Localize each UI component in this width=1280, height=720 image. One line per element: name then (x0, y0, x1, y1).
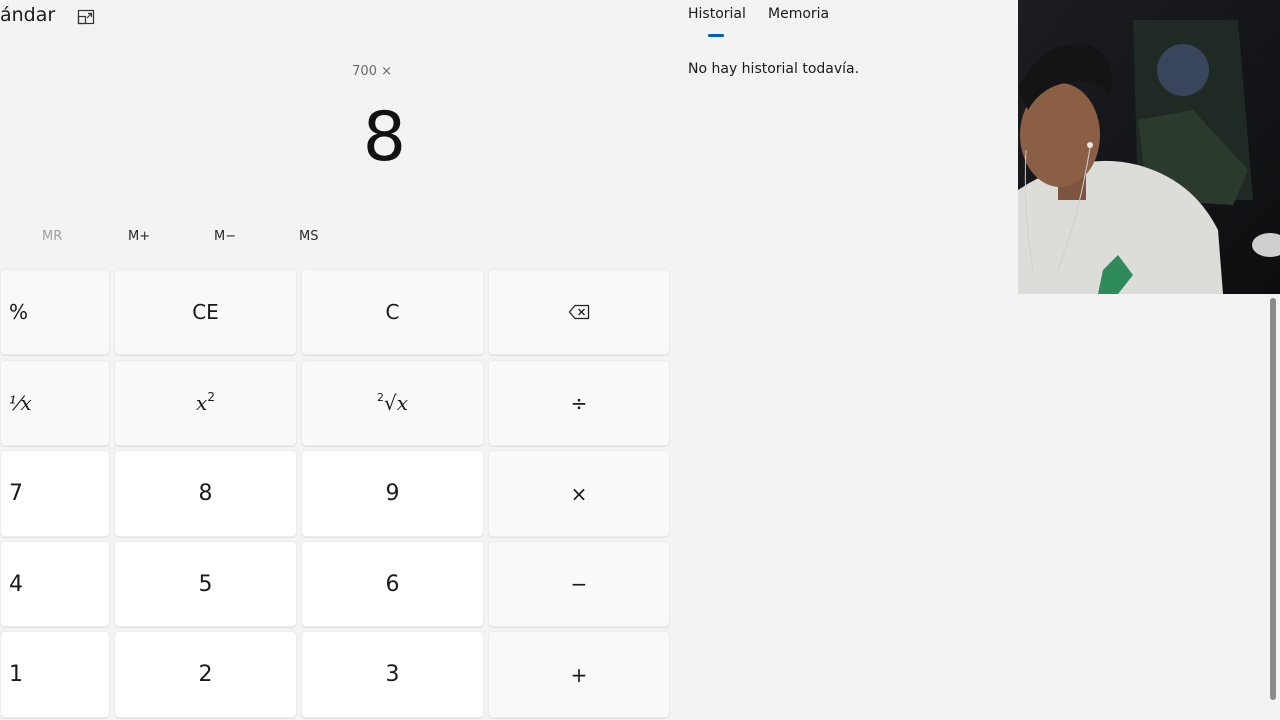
keep-on-top-icon[interactable] (77, 9, 95, 25)
minus-button[interactable]: − (488, 541, 670, 627)
webcam-overlay (1018, 0, 1280, 294)
backspace-icon (568, 304, 590, 320)
square-button[interactable]: x2 (114, 360, 297, 446)
square-root-button[interactable]: 2 √ x (301, 360, 484, 446)
digit-3-button[interactable]: 3 (301, 631, 484, 718)
memory-store-button[interactable]: MS (299, 229, 318, 244)
square-base: x (196, 391, 208, 415)
history-empty-message: No hay historial todavía. (688, 61, 860, 77)
digit-5-button[interactable]: 5 (114, 541, 297, 627)
root-operand: x (396, 391, 409, 415)
digit-6-button[interactable]: 6 (301, 541, 484, 627)
digit-7-button[interactable]: 7 (0, 450, 110, 537)
clear-button[interactable]: C (301, 269, 484, 355)
clear-entry-button[interactable]: CE (114, 269, 297, 355)
digit-8-button[interactable]: 8 (114, 450, 297, 537)
root-symbol: √ (383, 391, 397, 415)
webcam-person-image (1018, 0, 1280, 294)
page-scrollbar[interactable] (1270, 298, 1276, 700)
active-tab-indicator (708, 34, 724, 37)
digit-2-button[interactable]: 2 (114, 631, 297, 718)
root-index: 2 (376, 390, 384, 404)
divide-button[interactable]: ÷ (488, 360, 670, 446)
memory-add-button[interactable]: M+ (128, 229, 150, 244)
reciprocal-button[interactable]: ¹⁄x (0, 360, 110, 446)
digit-9-button[interactable]: 9 (301, 450, 484, 537)
expression-display: 700 × (352, 64, 392, 79)
mode-title: ándar (0, 4, 56, 26)
backspace-button[interactable] (488, 269, 670, 355)
tab-memory[interactable]: Memoria (768, 6, 829, 22)
multiply-button[interactable]: × (488, 450, 670, 537)
memory-subtract-button[interactable]: M− (214, 229, 236, 244)
result-display: 8 (362, 98, 406, 177)
percent-button[interactable]: % (0, 269, 110, 355)
memory-recall-button[interactable]: MR (42, 229, 62, 244)
plus-button[interactable]: + (488, 631, 670, 718)
digit-1-button[interactable]: 1 (0, 631, 110, 718)
digit-4-button[interactable]: 4 (0, 541, 110, 627)
square-exponent: 2 (207, 390, 215, 404)
tab-history[interactable]: Historial (688, 6, 746, 22)
calculator-app: ándar 700 × 8 MR M+ M− MS % CE C ¹⁄x x2 … (0, 0, 1018, 720)
